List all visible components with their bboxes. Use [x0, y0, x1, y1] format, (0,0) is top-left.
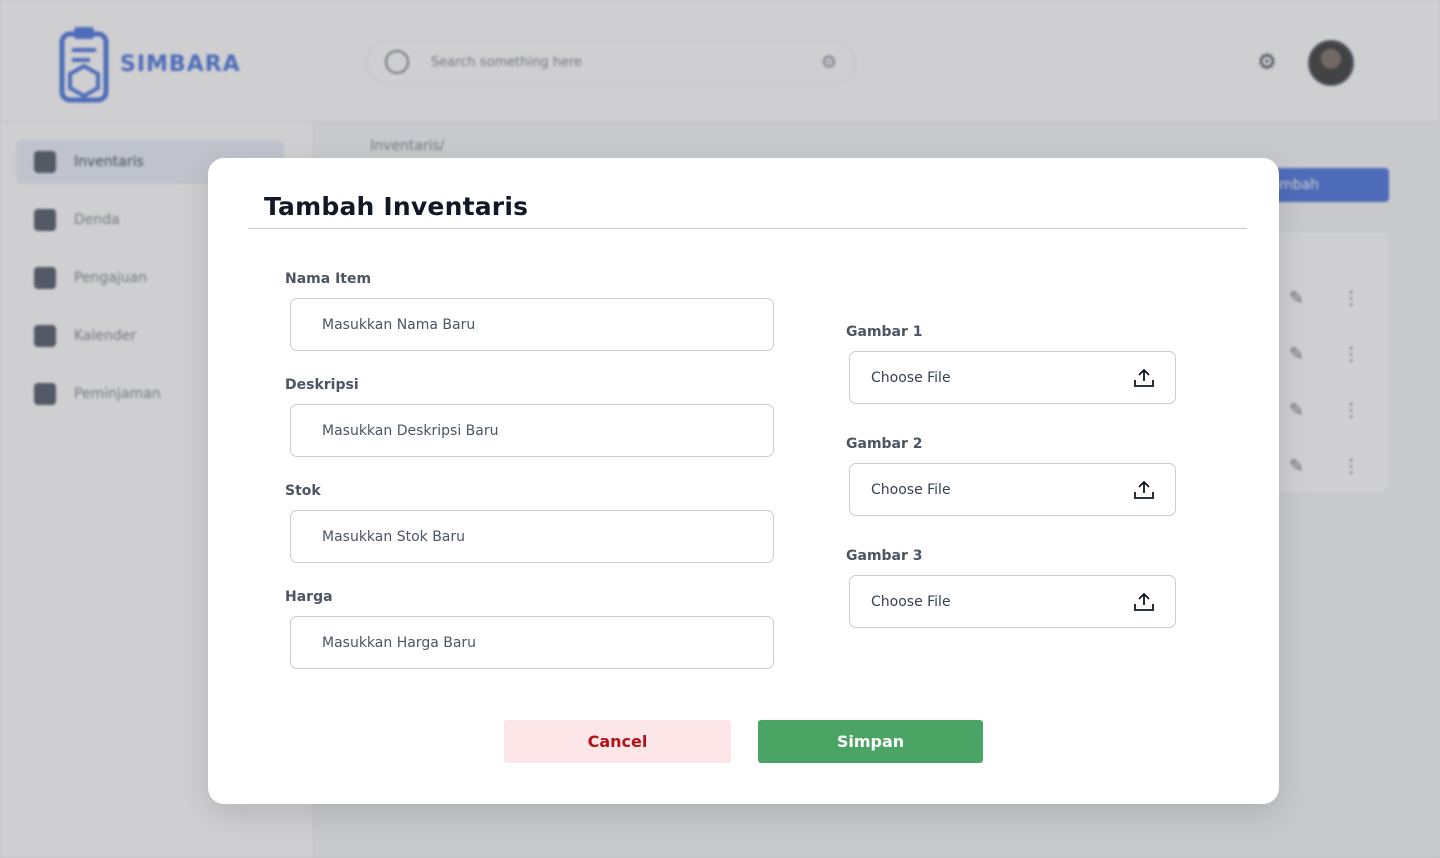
gambar-1-label: Gambar 1: [846, 324, 923, 340]
stok-label: Stok: [285, 483, 321, 499]
harga-input[interactable]: [290, 616, 774, 669]
gambar-2-label: Gambar 2: [846, 436, 923, 452]
choose-file-label: Choose File: [871, 593, 951, 610]
gambar-3-file-input[interactable]: Choose File: [849, 575, 1176, 628]
upload-icon: [1134, 368, 1154, 387]
upload-icon: [1134, 592, 1154, 611]
stok-input[interactable]: [290, 510, 774, 563]
gambar-3-label: Gambar 3: [846, 548, 923, 564]
modal-title: Tambah Inventaris: [264, 192, 529, 221]
nama-item-input[interactable]: [290, 298, 774, 351]
deskripsi-input[interactable]: [290, 404, 774, 457]
choose-file-label: Choose File: [871, 481, 951, 498]
cancel-button[interactable]: Cancel: [504, 720, 731, 763]
harga-label: Harga: [285, 589, 333, 605]
save-button[interactable]: Simpan: [758, 720, 983, 763]
upload-icon: [1134, 480, 1154, 499]
add-inventory-modal: Tambah Inventaris Nama Item Deskripsi St…: [208, 158, 1279, 804]
nama-item-label: Nama Item: [285, 271, 372, 287]
gambar-1-file-input[interactable]: Choose File: [849, 351, 1176, 404]
gambar-2-file-input[interactable]: Choose File: [849, 463, 1176, 516]
title-divider: [248, 228, 1247, 229]
deskripsi-label: Deskripsi: [285, 377, 359, 393]
choose-file-label: Choose File: [871, 369, 951, 386]
